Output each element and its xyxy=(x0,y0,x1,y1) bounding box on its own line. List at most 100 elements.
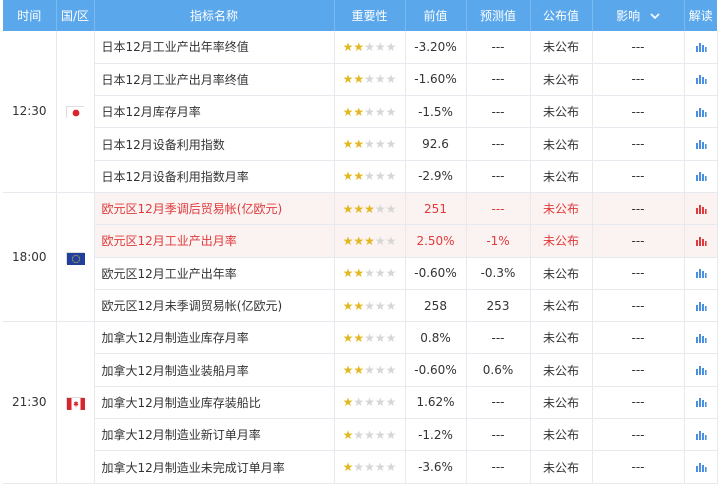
analysis-cell[interactable] xyxy=(684,353,718,387)
star-icon: ★ xyxy=(342,233,354,248)
bar-chart-icon[interactable] xyxy=(695,268,707,279)
table-row[interactable]: 加拿大12月制造业未完成订单月率 ★★★★★ -3.6% --- 未公布 --- xyxy=(3,450,718,484)
star-icon: ★ xyxy=(385,363,397,378)
indicator-name[interactable]: 日本12月工业产出年率终值 xyxy=(94,31,335,64)
indicator-name[interactable]: 日本12月工业产出月率终值 xyxy=(94,63,335,97)
star-icon: ★ xyxy=(353,104,365,119)
star-icon: ★ xyxy=(385,169,397,184)
analysis-cell[interactable] xyxy=(684,31,718,64)
impact-value: --- xyxy=(592,450,685,484)
indicator-name[interactable]: 欧元区12月季调后贸易帐(亿欧元) xyxy=(94,192,335,226)
analysis-cell[interactable] xyxy=(684,418,718,452)
analysis-cell[interactable] xyxy=(684,289,718,323)
forecast-value: -1% xyxy=(466,224,531,258)
bar-chart-icon[interactable] xyxy=(695,462,707,473)
importance-stars: ★★★★★ xyxy=(343,202,397,216)
header-indicator: 指标名称 xyxy=(94,0,335,31)
indicator-name[interactable]: 加拿大12月制造业新订单月率 xyxy=(94,418,335,452)
table-row[interactable]: 18:00 欧元区12月季调后贸易帐(亿欧元) ★★★★★ 251 --- 未公布 --- xyxy=(3,192,718,323)
impact-value: --- xyxy=(592,192,685,226)
bar-chart-icon[interactable] xyxy=(695,236,707,247)
bar-chart-icon[interactable] xyxy=(695,171,707,182)
actual-value: 未公布 xyxy=(530,418,593,452)
indicator-name[interactable]: 日本12月设备利用指数月率 xyxy=(94,160,335,193)
analysis-cell[interactable] xyxy=(684,192,718,226)
star-icon: ★ xyxy=(364,137,375,152)
actual-value: 未公布 xyxy=(530,386,593,420)
indicator-name[interactable]: 欧元区12月未季调贸易帐(亿欧元) xyxy=(94,289,335,323)
star-icon: ★ xyxy=(364,395,375,410)
table-row[interactable]: 加拿大12月制造业库存装船比 ★★★★★ 1.62% --- 未公布 --- xyxy=(3,386,718,420)
table-row[interactable]: 欧元区12月工业产出月率 ★★★★★ 2.50% -1% 未公布 --- xyxy=(3,224,718,258)
previous-value: -3.20% xyxy=(405,31,467,64)
table-row[interactable]: 21:30 加拿大12月制造业库存月率 ★★★★★ 0.8% --- 未公布 --- xyxy=(3,321,718,484)
analysis-cell[interactable] xyxy=(684,95,718,129)
table-row[interactable]: 日本12月设备利用指数月率 ★★★★★ -2.9% --- 未公布 --- xyxy=(3,160,718,193)
table-body: 12:30 日本12月工业产出年率终值 ★★★★★ -3.20% --- 未公布 --- 日本… xyxy=(3,31,718,484)
star-icon: ★ xyxy=(374,233,386,248)
bar-chart-icon[interactable] xyxy=(695,107,707,118)
analysis-cell[interactable] xyxy=(684,127,718,161)
forecast-value: --- xyxy=(466,95,531,129)
importance-stars: ★★★★★ xyxy=(343,428,397,442)
analysis-cell[interactable] xyxy=(684,63,718,97)
table-row[interactable]: 欧元区12月未季调贸易帐(亿欧元) ★★★★★ 258 253 未公布 --- xyxy=(3,289,718,323)
forecast-value: --- xyxy=(466,63,531,97)
header-impact-dropdown[interactable]: 影响 xyxy=(592,0,685,31)
header-importance: 重要性 xyxy=(334,0,406,31)
table-row[interactable]: 加拿大12月制造业新订单月率 ★★★★★ -1.2% --- 未公布 --- xyxy=(3,418,718,452)
star-icon: ★ xyxy=(364,72,375,87)
impact-value: --- xyxy=(592,127,685,161)
importance-stars: ★★★★★ xyxy=(343,395,397,409)
table-row[interactable]: 日本12月库存月率 ★★★★★ -1.5% --- 未公布 --- xyxy=(3,95,718,129)
importance-cell: ★★★★★ xyxy=(334,386,406,420)
indicator-name[interactable]: 日本12月设备利用指数 xyxy=(94,127,335,161)
table-row[interactable]: 12:30 日本12月工业产出年率终值 ★★★★★ -3.20% --- 未公布 --- xyxy=(3,31,718,193)
indicator-name[interactable]: 欧元区12月工业产出月率 xyxy=(94,224,335,258)
bar-chart-icon[interactable] xyxy=(695,301,707,312)
header-previous: 前值 xyxy=(405,0,467,31)
analysis-cell[interactable] xyxy=(684,160,718,193)
analysis-cell[interactable] xyxy=(684,386,718,420)
bar-chart-icon[interactable] xyxy=(695,430,707,441)
star-icon: ★ xyxy=(342,460,354,474)
header-actual: 公布值 xyxy=(530,0,593,31)
star-icon: ★ xyxy=(385,233,397,248)
table-row[interactable]: 日本12月工业产出月率终值 ★★★★★ -1.60% --- 未公布 --- xyxy=(3,63,718,97)
star-icon: ★ xyxy=(353,266,365,281)
header-analysis: 解读 xyxy=(684,0,717,31)
analysis-cell[interactable] xyxy=(684,224,718,258)
bar-chart-icon[interactable] xyxy=(695,42,707,53)
bar-chart-icon[interactable] xyxy=(695,139,707,150)
table-row[interactable]: 加拿大12月制造业装船月率 ★★★★★ -0.60% 0.6% 未公布 --- xyxy=(3,353,718,387)
bar-chart-icon[interactable] xyxy=(695,74,707,85)
header-region: 国/区 xyxy=(56,0,95,31)
table-row[interactable]: 日本12月设备利用指数 ★★★★★ 92.6 --- 未公布 --- xyxy=(3,127,718,161)
bar-chart-icon[interactable] xyxy=(695,365,707,376)
importance-cell: ★★★★★ xyxy=(334,31,406,64)
indicator-name[interactable]: 加拿大12月制造业未完成订单月率 xyxy=(94,450,335,484)
indicator-name[interactable]: 欧元区12月工业产出年率 xyxy=(94,257,335,290)
previous-value: 251 xyxy=(405,192,467,226)
bar-chart-icon[interactable] xyxy=(695,204,707,215)
bar-chart-icon[interactable] xyxy=(695,397,707,408)
indicator-name[interactable]: 日本12月库存月率 xyxy=(94,95,335,129)
star-icon: ★ xyxy=(385,72,397,87)
analysis-cell[interactable] xyxy=(684,450,718,484)
analysis-cell[interactable] xyxy=(684,257,718,290)
impact-value: --- xyxy=(592,289,685,323)
indicator-name[interactable]: 加拿大12月制造业装船月率 xyxy=(94,353,335,387)
indicator-name[interactable]: 加拿大12月制造业库存月率 xyxy=(94,321,335,355)
analysis-cell[interactable] xyxy=(684,321,718,355)
star-icon: ★ xyxy=(385,395,397,410)
forecast-value: --- xyxy=(466,192,531,226)
star-icon: ★ xyxy=(342,330,354,345)
star-icon: ★ xyxy=(374,201,386,216)
table-row[interactable]: 欧元区12月工业产出年率 ★★★★★ -0.60% -0.3% 未公布 --- xyxy=(3,257,718,290)
indicator-name[interactable]: 加拿大12月制造业库存装船比 xyxy=(94,386,335,420)
impact-value: --- xyxy=(592,386,685,420)
star-icon: ★ xyxy=(342,39,354,54)
star-icon: ★ xyxy=(353,363,365,378)
star-icon: ★ xyxy=(385,201,397,216)
bar-chart-icon[interactable] xyxy=(695,333,707,344)
